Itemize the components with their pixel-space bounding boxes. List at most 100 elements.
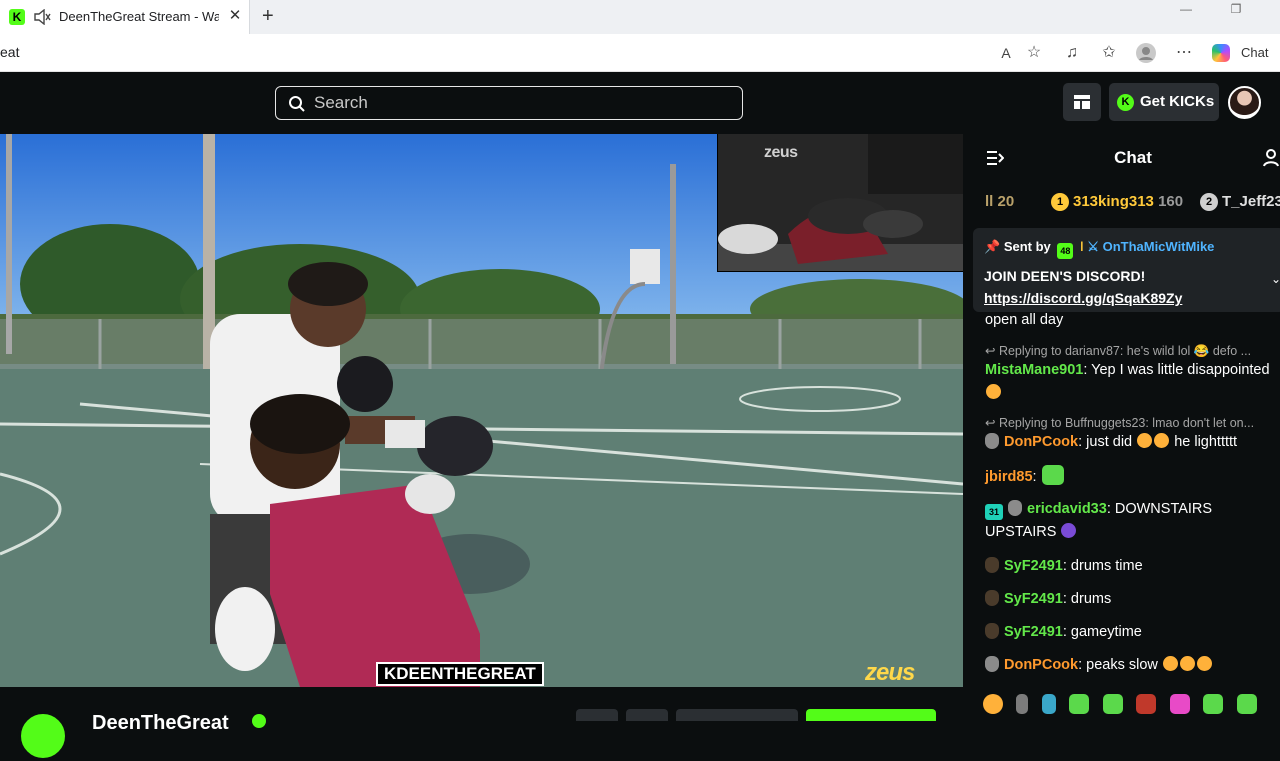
reply-icon: ↩ [985,344,999,358]
channel-overlay-logo: KDEENTHEGREAT [376,662,544,686]
chat-username[interactable]: ericdavid33 [1027,501,1107,517]
users-icon[interactable] [1263,148,1280,168]
pip-camera: zeus [717,134,963,272]
channel-avatar[interactable] [18,711,68,761]
chat-message: SyF2491: drums time [985,555,1275,578]
copilot-label: Chat [1241,45,1269,60]
grid-icon [1074,95,1090,109]
message-text: gameytime [1070,624,1142,640]
subscribe-button[interactable] [676,709,798,721]
leaderboard-count: 160 [1158,193,1184,210]
chat-username[interactable]: SyF2491 [1004,591,1063,607]
leaderboard-item[interactable]: 1 313king313 160 [1051,193,1183,211]
maximize-icon[interactable]: ❐ [1216,2,1256,22]
pin-icon: 📌 [984,239,1001,254]
read-aloud-icon[interactable]: A [996,43,1016,63]
browser-tab-bar: K DeenTheGreat Stream - Watch ✕ + — ❐ [0,0,1280,34]
reply-text: Replying to darianv87: he's wild lol 😂 d… [998,344,1252,358]
emote-icon[interactable] [1041,694,1056,714]
pinned-message[interactable]: 📌 Sent by 48 ǀ ⚔ OnThaMicWitMike JOIN DE… [973,228,1280,312]
emote-icon[interactable] [1136,694,1157,714]
pip-watermark: zeus [764,144,798,161]
reply-context[interactable]: ↩ Replying to darianv87: he's wild lol 😂… [985,343,1275,359]
new-tab-icon[interactable]: + [262,6,280,26]
channel-action-button[interactable] [626,709,668,721]
pip-frame [718,134,963,271]
laughing-emoji-icon [1179,656,1195,671]
chat-username[interactable]: DonPCook [1004,657,1078,673]
kick-favicon-icon: K [9,9,25,25]
emote-icon[interactable] [1102,694,1123,714]
user-badge-icon [985,433,999,449]
emote-icon[interactable] [983,694,1003,714]
chat-username[interactable]: jbird85 [985,469,1033,485]
browse-button[interactable] [1063,83,1101,121]
chat-username[interactable]: SyF2491 [1004,624,1063,640]
laughing-emoji-icon [1196,656,1212,671]
favorites-list-icon[interactable]: ✩ [1099,43,1119,63]
get-kicks-button[interactable]: K Get KICKs [1109,83,1219,121]
video-player[interactable]: zeus KDEENTHEGREAT zeus [0,134,963,687]
pinned-sender[interactable]: OnThaMicWitMike [1103,239,1215,254]
laughing-emoji-icon [1162,656,1178,671]
laughing-emoji-icon [986,384,1001,399]
verified-badge-icon [252,714,266,728]
url-field[interactable]: eat [0,44,19,60]
rank-badge: 1 [1051,193,1069,211]
message-text: just did [1086,434,1133,450]
reply-icon: ↩ [985,416,999,430]
pinned-text: JOIN DEEN'S DISCORD! [984,268,1146,284]
reply-context[interactable]: ↩ Replying to Buffnuggets23: lmao don't … [985,415,1275,430]
user-badge-icon [985,623,999,639]
emote-icon[interactable] [1203,694,1224,714]
site-header: K Get KICKs [0,72,1280,134]
chat-message: SyF2491: drums [985,588,1275,611]
minimize-icon[interactable]: — [1166,2,1206,22]
tab-title: DeenTheGreat Stream - Watch [59,9,219,24]
media-control-icon[interactable]: ♫ [1062,43,1082,63]
more-menu-icon[interactable]: ⋯ [1174,43,1194,63]
speaker-icon[interactable] [33,9,51,25]
channel-action-button[interactable] [576,709,618,721]
channel-info-bar: DeenTheGreat [0,687,963,761]
chat-message: MistaMane901: Yep I was little disappoin… [985,359,1275,405]
get-kicks-label: Get KICKs [1140,93,1215,110]
search-icon [289,96,305,112]
emote-icon[interactable] [1016,694,1029,714]
gift-badge-icon: ǀ [1080,239,1084,254]
leaderboard-item[interactable]: ll 20 [985,193,1014,210]
subscriber-badge: 48 [1057,243,1074,259]
chat-message: 31 ericdavid33: DOWNSTAIRS UPSTAIRS [985,500,1213,540]
laughing-emoji-icon [1137,433,1153,448]
chat-message: jbird85: [985,465,1275,489]
bars-icon: ll [985,193,998,210]
follow-button[interactable] [806,709,936,721]
leaderboard-user: 313king313 [1073,193,1154,210]
laughing-emoji-icon [1154,433,1170,448]
chat-username[interactable]: SyF2491 [1004,558,1063,574]
emote-icon[interactable] [1169,694,1190,714]
message-text: peaks slow [1086,657,1158,673]
close-tab-icon[interactable]: ✕ [226,7,244,25]
emote-icon[interactable] [1236,694,1257,714]
browser-tab[interactable]: K DeenTheGreat Stream - Watch ✕ [0,0,250,34]
user-avatar[interactable] [1228,86,1261,119]
search-input[interactable] [312,91,732,115]
emote-icon[interactable] [1069,694,1090,714]
discord-link[interactable]: https://discord.gg/qSqaK89Zy [984,290,1182,306]
mod-badge-icon: ⚔ [1087,239,1099,254]
search-box[interactable] [275,86,743,120]
chat-username[interactable]: DonPCook [1004,434,1078,450]
leaderboard-item[interactable]: 2 T_Jeff23 [1200,193,1280,211]
message-text: drums [1070,591,1112,607]
favorite-star-icon[interactable]: ☆ [1024,43,1044,63]
chevron-down-icon[interactable]: ⌄ [1271,272,1280,286]
copilot-icon [1212,44,1230,62]
green-emote-icon [1041,465,1064,485]
chat-username[interactable]: MistaMane901 [985,362,1083,378]
rank-badge: 2 [1200,193,1218,211]
profile-icon[interactable] [1136,43,1156,63]
copilot-button[interactable]: Chat [1210,42,1278,64]
chat-message: open all day [985,309,1275,332]
channel-name[interactable]: DeenTheGreat [92,712,229,735]
